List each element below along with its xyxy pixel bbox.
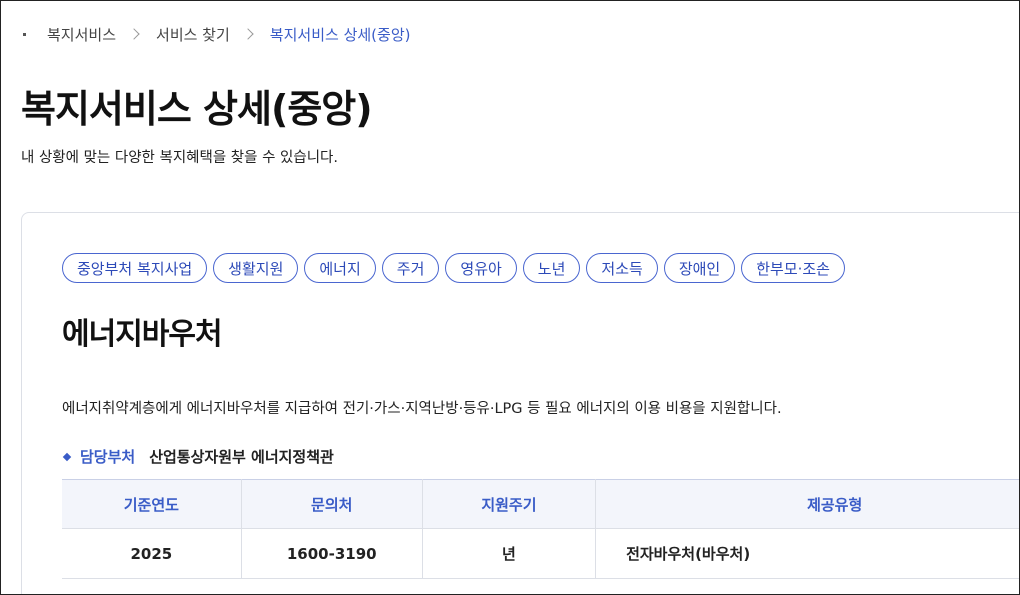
department-row: 담당부처 산업통상자원부 에너지정책관	[62, 446, 334, 467]
table-header-row: 기준연도 문의처 지원주기 제공유형	[62, 479, 1019, 529]
department-label: 담당부처	[80, 448, 136, 466]
breadcrumb-item-welfare[interactable]: 복지서비스	[47, 24, 116, 45]
table-row: 2025 1600-3190 년 전자바우처(바우처)	[62, 528, 1019, 579]
breadcrumb-home-dot[interactable]	[23, 32, 26, 36]
header-contact: 문의처	[241, 479, 423, 529]
chevron-right-icon	[128, 28, 140, 40]
service-name: 에너지바우처	[62, 317, 223, 352]
page-title: 복지서비스 상세(중앙)	[21, 87, 373, 131]
page-frame: 복지서비스 서비스 찾기 복지서비스 상세(중앙) 복지서비스 상세(중앙) 내…	[0, 0, 1020, 595]
cell-support-cycle: 년	[422, 528, 597, 579]
diamond-bullet-icon	[62, 452, 72, 461]
cell-provision-type: 전자바우처(바우처)	[595, 528, 1019, 579]
header-support-cycle: 지원주기	[422, 479, 597, 529]
service-description: 에너지취약계층에게 에너지바우처를 지급하여 전기·가스·지역난방·등유·LPG…	[62, 401, 782, 417]
service-tag-list: 중앙부처 복지사업 생활지원 에너지 주거 영유아 노년 저소득 장애인 한부모…	[62, 253, 845, 283]
page-subtitle: 내 상황에 맞는 다양한 복지혜택을 찾을 수 있습니다.	[21, 150, 339, 166]
header-provision-type: 제공유형	[595, 479, 1019, 529]
chevron-right-icon	[242, 28, 254, 40]
header-base-year: 기준연도	[62, 479, 242, 529]
breadcrumb-item-search[interactable]: 서비스 찾기	[156, 24, 230, 45]
tag-central-ministry[interactable]: 중앙부처 복지사업	[62, 253, 208, 283]
service-info-table: 기준연도 문의처 지원주기 제공유형 2025 1600-3190 년 전자바우…	[62, 479, 1019, 579]
service-detail-card: 중앙부처 복지사업 생활지원 에너지 주거 영유아 노년 저소득 장애인 한부모…	[21, 212, 1019, 594]
tag-elderly[interactable]: 노년	[522, 253, 581, 283]
tag-living-support[interactable]: 생활지원	[213, 253, 299, 283]
cell-contact: 1600-3190	[241, 528, 423, 579]
breadcrumb: 복지서비스 서비스 찾기 복지서비스 상세(중앙)	[21, 23, 410, 45]
tag-single-parent[interactable]: 한부모·조손	[741, 253, 845, 283]
breadcrumb-current: 복지서비스 상세(중앙)	[269, 25, 411, 44]
department-value: 산업통상자원부 에너지정책관	[149, 448, 334, 466]
tag-low-income[interactable]: 저소득	[586, 253, 658, 283]
tag-infant[interactable]: 영유아	[445, 253, 517, 283]
tag-housing[interactable]: 주거	[381, 253, 440, 283]
tag-disabled[interactable]: 장애인	[663, 253, 736, 283]
tag-energy[interactable]: 에너지	[304, 253, 376, 283]
cell-base-year: 2025	[62, 528, 242, 579]
